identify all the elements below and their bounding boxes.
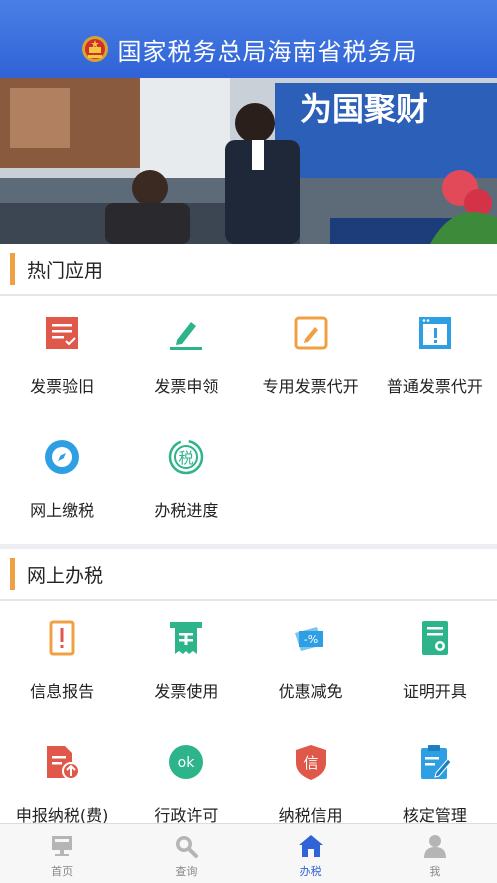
tab-search[interactable]: 查询 bbox=[124, 824, 248, 883]
person-icon bbox=[423, 835, 446, 858]
app-label: 纳税信用 bbox=[278, 806, 343, 823]
hot-apps-header: 热门应用 bbox=[0, 244, 497, 296]
search-icon bbox=[176, 836, 199, 858]
app-tax-progress[interactable]: 税 办税进度 bbox=[124, 420, 248, 544]
tab-home[interactable]: 首页 bbox=[0, 824, 124, 883]
app-label: 证明开具 bbox=[402, 682, 467, 701]
tab-me[interactable]: 我 bbox=[373, 824, 497, 883]
clipboard-icon bbox=[420, 745, 452, 779]
online-tax-grid: 信息报告 发票使用 -% 优惠减免 证明开具 申报纳税(费) ok 行政许可 信… bbox=[0, 601, 497, 823]
tab-label: 查询 bbox=[175, 865, 198, 878]
tax-char: 税 bbox=[179, 449, 194, 467]
section-accent-bar bbox=[10, 253, 15, 285]
discount-text: -% bbox=[303, 633, 317, 646]
app-label: 优惠减免 bbox=[278, 682, 343, 701]
app-label: 普通发票代开 bbox=[386, 377, 483, 396]
banner-sign-text: 为国聚财 bbox=[300, 90, 428, 128]
section-accent-bar bbox=[10, 558, 15, 590]
national-emblem-icon bbox=[81, 36, 108, 62]
app-label: 核定管理 bbox=[402, 806, 467, 823]
hot-apps-title: 热门应用 bbox=[27, 259, 104, 282]
app-label: 信息报告 bbox=[30, 682, 95, 701]
edit-box-icon bbox=[294, 316, 328, 350]
hot-apps-grid: 发票验旧 发票申领 专用发票代开 普通发票代开 网上缴税 税 办税进度 bbox=[0, 296, 497, 544]
credit-char: 信 bbox=[303, 754, 318, 772]
app-special-invoice[interactable]: 专用发票代开 bbox=[249, 296, 373, 420]
online-tax-title: 网上办税 bbox=[27, 564, 104, 587]
app-invoice-use[interactable]: 发票使用 bbox=[124, 601, 248, 725]
app-invoice-check[interactable]: 发票验旧 bbox=[0, 296, 124, 420]
app-label: 发票申领 bbox=[154, 377, 219, 396]
header-title: 国家税务总局海南省税务局 bbox=[117, 37, 418, 66]
app-assessment[interactable]: 核定管理 bbox=[373, 725, 497, 823]
hot-apps-section: 热门应用 发票验旧 发票申领 专用发票代开 普通发票代开 网上缴税 税 办税进度 bbox=[0, 244, 497, 544]
tab-tax[interactable]: 办税 bbox=[249, 824, 373, 883]
app-label: 办税进度 bbox=[154, 501, 219, 520]
tab-label: 首页 bbox=[51, 865, 74, 878]
app-label: 专用发票代开 bbox=[262, 377, 359, 396]
app-label: 发票使用 bbox=[154, 682, 219, 701]
pen-icon bbox=[170, 322, 203, 350]
app-label: 申报纳税(费) bbox=[15, 806, 109, 823]
tax-progress-icon: 税 bbox=[169, 439, 204, 475]
app-normal-invoice[interactable]: 普通发票代开 bbox=[373, 296, 497, 420]
credit-shield-icon: 信 bbox=[295, 745, 326, 780]
house-icon bbox=[298, 835, 323, 857]
bottom-tab-bar: 首页 查询 办税 我 bbox=[0, 823, 497, 883]
app-declare-tax[interactable]: 申报纳税(费) bbox=[0, 725, 124, 823]
app-info-report[interactable]: 信息报告 bbox=[0, 601, 124, 725]
home-board-icon bbox=[52, 836, 73, 856]
invoice-check-icon bbox=[46, 317, 79, 349]
declare-upload-icon bbox=[47, 746, 81, 780]
receipt-icon bbox=[170, 622, 203, 654]
app-header: 国家税务总局海南省税务局 bbox=[0, 0, 497, 78]
app-certificate[interactable]: 证明开具 bbox=[373, 601, 497, 725]
tab-label: 我 bbox=[429, 865, 441, 878]
ok-icon: ok bbox=[169, 745, 204, 779]
app-label: 行政许可 bbox=[154, 806, 219, 823]
app-invoice-apply[interactable]: 发票申领 bbox=[124, 296, 248, 420]
app-label: 发票验旧 bbox=[30, 377, 95, 396]
ok-text: ok bbox=[178, 755, 196, 771]
banner-image: 为国聚财 bbox=[0, 78, 497, 244]
compass-icon bbox=[45, 440, 80, 474]
online-tax-header: 网上办税 bbox=[0, 549, 497, 601]
tab-label: 办税 bbox=[299, 865, 322, 878]
app-discount[interactable]: -% 优惠减免 bbox=[249, 601, 373, 725]
window-icon bbox=[418, 317, 451, 349]
app-tax-credit[interactable]: 信 纳税信用 bbox=[249, 725, 373, 823]
certificate-icon bbox=[421, 621, 448, 655]
app-admin-license[interactable]: ok 行政许可 bbox=[124, 725, 248, 823]
online-tax-section: 网上办税 信息报告 发票使用 -% 优惠减免 证明开具 申报纳税(费) ok 行… bbox=[0, 549, 497, 823]
app-online-pay[interactable]: 网上缴税 bbox=[0, 420, 124, 544]
app-label: 网上缴税 bbox=[30, 501, 95, 520]
report-icon bbox=[49, 620, 75, 656]
discount-icon: -% bbox=[294, 627, 323, 651]
